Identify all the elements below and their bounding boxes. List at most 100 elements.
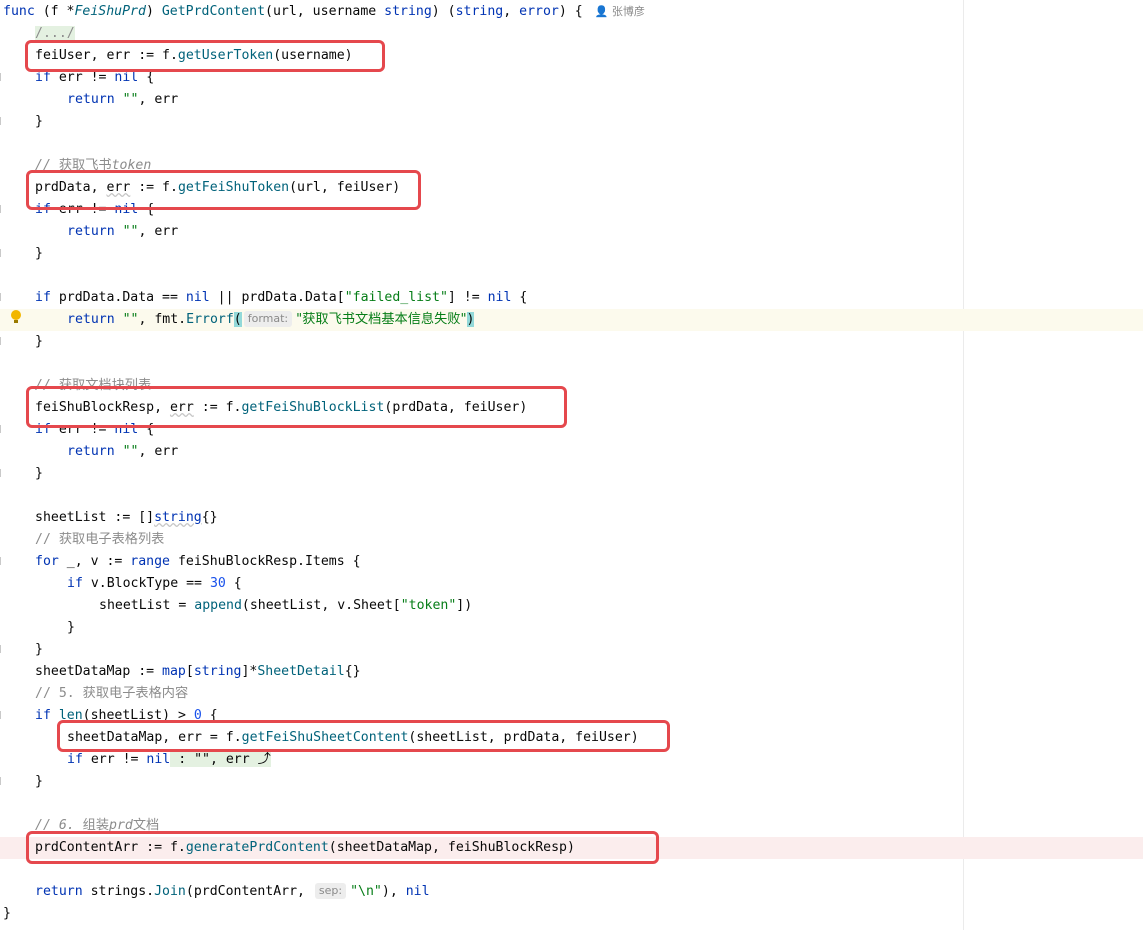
code-text: } — [35, 466, 43, 481]
fold-marker[interactable] — [0, 293, 4, 301]
code-line[interactable]: for _, v := range feiShuBlockResp.Items … — [35, 551, 361, 573]
type-name: SheetDetail — [257, 664, 345, 679]
code-line[interactable]: sheetDataMap := map[string]*SheetDetail{… — [35, 661, 361, 683]
code-line[interactable]: return "", err — [67, 221, 178, 243]
keyword: error — [519, 4, 559, 19]
lightbulb-glass — [11, 310, 21, 320]
annotation-box — [26, 170, 421, 210]
code-line[interactable]: return strings.Join(prdContentArr, sep: "… — [35, 881, 430, 903]
fold-marker[interactable] — [0, 711, 4, 719]
code-text: err != — [50, 70, 115, 85]
code-line[interactable]: if err != nil : "", err ⤴ — [67, 749, 271, 771]
code-text: } — [35, 246, 43, 261]
keyword: return — [67, 92, 115, 107]
code-line[interactable]: return "", err — [67, 89, 178, 111]
code-line[interactable]: } — [67, 617, 75, 639]
comment-text: 获取电子表格列表 — [58, 532, 165, 547]
keyword: return — [67, 312, 115, 327]
code-line[interactable]: sheetList := []string{} — [35, 507, 218, 529]
code-text: ] != — [447, 290, 488, 305]
author-annotation[interactable]: 👤 张博彦 — [595, 5, 645, 18]
code-line[interactable]: sheetList = append(sheetList, v.Sheet["t… — [99, 595, 472, 617]
lightbulb-base — [14, 320, 18, 323]
keyword: range — [130, 554, 170, 569]
keyword: nil — [146, 752, 171, 767]
keyword: return — [67, 444, 115, 459]
code-line[interactable]: } — [35, 331, 43, 353]
keyword: if — [67, 752, 83, 767]
keyword: func — [3, 4, 35, 19]
code-line[interactable]: return "", err — [67, 441, 178, 463]
fold-marker[interactable] — [0, 117, 4, 125]
code-line[interactable]: } — [35, 111, 43, 133]
bracket-match: ) — [466, 312, 475, 327]
code-text: sheetList := [] — [35, 510, 155, 525]
code-text: } — [35, 774, 43, 789]
keyword: string — [193, 664, 242, 679]
code-text: { — [511, 290, 528, 305]
annotation-box — [25, 40, 385, 72]
code-text: sheetDataMap := — [35, 664, 163, 679]
fold-marker[interactable] — [0, 249, 4, 257]
comment-line[interactable]: // 获取电子表格列表 — [35, 529, 164, 551]
string-literal: "token" — [400, 598, 457, 613]
code-text: (prdContentArr, — [185, 884, 313, 899]
code-text: ) — [145, 4, 162, 19]
annotation-box — [26, 831, 659, 864]
keyword: for — [35, 554, 59, 569]
fold-marker[interactable] — [0, 337, 4, 345]
fold-marker[interactable] — [0, 557, 4, 565]
keyword: string — [154, 510, 202, 525]
code-text: , err — [138, 444, 179, 459]
fold-marker[interactable] — [0, 205, 4, 213]
lightbulb-icon[interactable] — [11, 310, 21, 324]
string-literal: "failed_list" — [344, 290, 448, 305]
comment-line[interactable]: // 5. 获取电子表格内容 — [35, 683, 188, 705]
code-text: { — [225, 576, 242, 591]
string-literal: "" — [122, 312, 139, 327]
comment: // 5. 获取电子表格内容 — [35, 686, 188, 701]
keyword: if — [35, 70, 51, 85]
code-text: } — [3, 906, 11, 921]
keyword: if — [35, 708, 51, 723]
code-text: prdData.Data == — [50, 290, 186, 305]
code-text: } — [35, 334, 43, 349]
comment-slashes: // — [35, 686, 59, 701]
code-line-signature[interactable]: func (f *FeiShuPrd) GetPrdContent(url, u… — [3, 1, 645, 23]
code-text: { — [138, 70, 155, 85]
keyword: string — [455, 4, 504, 19]
fold-marker[interactable] — [0, 73, 4, 81]
comment-slashes: // — [35, 532, 59, 547]
annotation-box — [57, 720, 670, 752]
type-name: FeiShuPrd — [74, 4, 146, 19]
folded-region[interactable]: /.../ — [35, 26, 75, 41]
code-line[interactable]: } — [3, 903, 11, 925]
annotation-box — [26, 386, 567, 428]
fold-marker[interactable] — [0, 777, 4, 785]
code-line-current[interactable]: return "", fmt.Errorf(format: "获取飞书文档基本信息… — [67, 309, 475, 331]
code-text: ), — [381, 884, 406, 899]
fold-marker[interactable] — [0, 469, 4, 477]
right-margin-guide — [963, 0, 964, 930]
code-text: , err — [138, 92, 179, 107]
code-line[interactable]: } — [35, 463, 43, 485]
code-text: } — [35, 114, 43, 129]
code-line[interactable]: if v.BlockType == 30 { — [67, 573, 242, 595]
code-text: ) ( — [431, 4, 456, 19]
string-literal: "\n" — [350, 884, 382, 899]
code-line[interactable]: if prdData.Data == nil || prdData.Data["… — [35, 287, 527, 309]
code-text: ]) — [456, 598, 473, 613]
string-literal: "" — [122, 224, 139, 239]
code-line[interactable]: } — [35, 771, 43, 793]
code-text: || prdData.Data[ — [209, 290, 345, 305]
folded-region[interactable]: : "", err ⤴ — [170, 752, 271, 767]
code-line[interactable]: } — [35, 243, 43, 265]
code-text: , err — [138, 224, 179, 239]
fold-marker[interactable] — [0, 425, 4, 433]
code-line[interactable]: } — [35, 639, 43, 661]
code-text: _, v := — [58, 554, 131, 569]
fold-marker[interactable] — [0, 645, 4, 653]
code-text: [ — [185, 664, 194, 679]
parameter-hint: sep: — [314, 883, 347, 899]
function-name: Join — [154, 884, 186, 899]
